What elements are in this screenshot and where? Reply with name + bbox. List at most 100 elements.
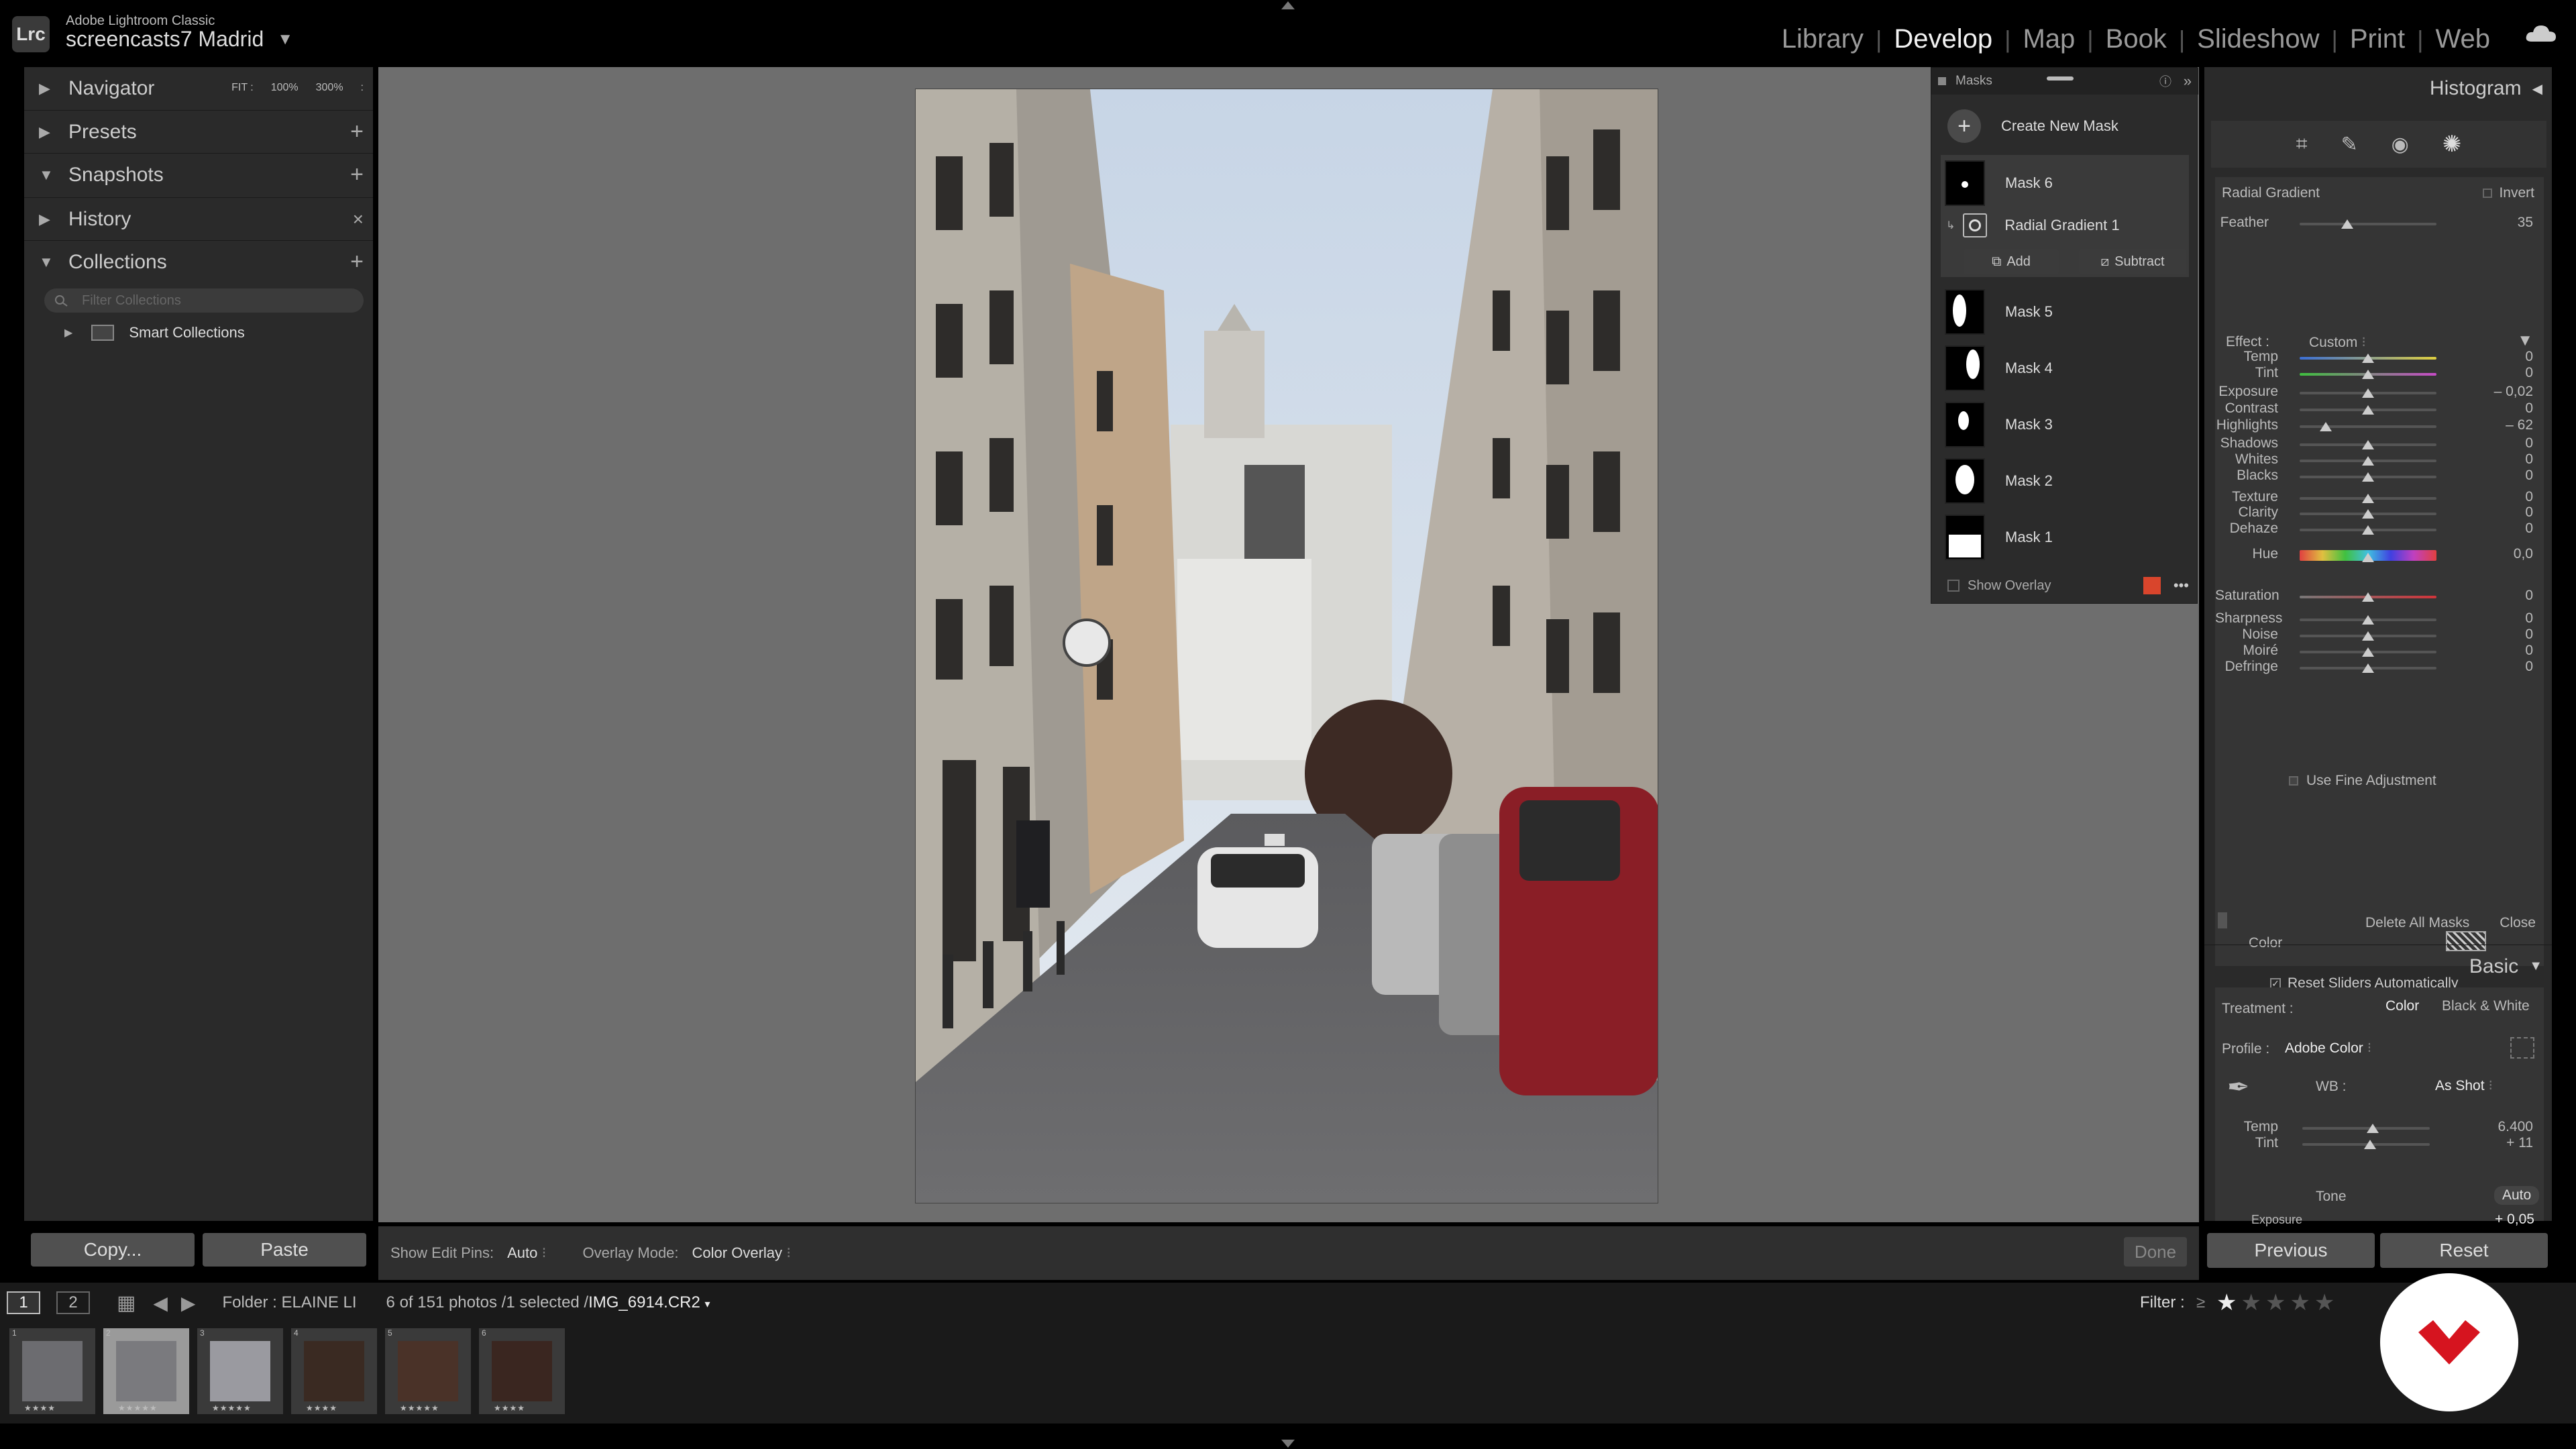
back-arrow-icon[interactable]: ◀ — [153, 1292, 168, 1314]
module-print[interactable]: Print — [2338, 24, 2417, 54]
filmstrip-thumbnail[interactable]: 5 ★★★★★ — [385, 1328, 471, 1414]
feather-value[interactable]: 35 — [2479, 215, 2533, 231]
page-2-button[interactable]: 2 — [56, 1291, 90, 1314]
mask-3-row[interactable]: Mask 3 — [1931, 398, 2198, 451]
wb-select[interactable]: As Shot ⁝ — [2435, 1077, 2493, 1094]
hue-slider[interactable] — [2300, 550, 2436, 562]
done-button[interactable]: Done — [2124, 1237, 2187, 1267]
mask-4-row[interactable]: Mask 4 — [1931, 341, 2198, 395]
contrast-value[interactable]: 0 — [2479, 400, 2533, 417]
contrast-slider-handle[interactable] — [2362, 405, 2374, 415]
more-options-icon[interactable]: ••• — [2174, 577, 2189, 594]
blacks-slider-handle[interactable] — [2362, 472, 2374, 482]
collections-header[interactable]: ▼ Collections + — [24, 240, 373, 283]
overlay-color-swatch[interactable] — [2143, 577, 2161, 594]
moir-slider-handle[interactable] — [2362, 647, 2374, 657]
defringe-slider[interactable] — [2300, 663, 2436, 673]
cloud-icon[interactable] — [2525, 23, 2557, 43]
hue-value[interactable]: 0,0 — [2479, 546, 2533, 562]
navigator-header[interactable]: ▶ Navigator FIT : 100% 300% : — [24, 67, 373, 110]
help-icon[interactable]: ⓘ — [2159, 72, 2171, 90]
sharpness-slider-handle[interactable] — [2362, 615, 2374, 625]
blacks-value[interactable]: 0 — [2479, 468, 2533, 484]
moir-value[interactable]: 0 — [2479, 643, 2533, 659]
highlights-slider[interactable] — [2300, 422, 2436, 431]
basic-temp-value[interactable]: 6.400 — [2479, 1119, 2533, 1135]
add-snapshot-icon[interactable]: + — [350, 162, 364, 188]
whites-slider[interactable] — [2300, 456, 2436, 466]
tint-slider-handle[interactable] — [2362, 370, 2374, 379]
module-develop[interactable]: Develop — [1882, 24, 2004, 54]
catalog-selector[interactable]: screencasts7 Madrid ▼ — [66, 27, 293, 52]
basic-tint-value[interactable]: + 11 — [2479, 1135, 2533, 1151]
history-header[interactable]: ▶ History × — [24, 197, 373, 240]
snapshots-header[interactable]: ▼ Snapshots + — [24, 153, 373, 196]
basic-tint-slider-handle[interactable] — [2363, 1140, 2376, 1149]
expand-panel-icon[interactable]: » — [2184, 72, 2192, 90]
profile-select[interactable]: Adobe Color ⁝ — [2285, 1040, 2371, 1057]
collapse-top-arrow-icon[interactable] — [1280, 0, 1296, 9]
fine-adjustment-checkbox[interactable]: Use Fine Adjustment — [2289, 773, 2436, 789]
temp-slider-handle[interactable] — [2362, 354, 2374, 363]
effect-select[interactable]: Custom ⁝ — [2309, 334, 2366, 351]
clarity-slider[interactable] — [2300, 509, 2436, 519]
mask-6-row[interactable]: Mask 6 — [1931, 158, 2198, 209]
histogram-header[interactable]: Histogram ◀ — [2204, 67, 2552, 110]
highlights-value[interactable]: – 62 — [2479, 417, 2533, 433]
saturation-slider[interactable] — [2300, 592, 2436, 602]
whites-value[interactable]: 0 — [2479, 451, 2533, 468]
temp-value[interactable]: 0 — [2479, 349, 2533, 365]
module-map[interactable]: Map — [2010, 24, 2087, 54]
module-library[interactable]: Library — [1770, 24, 1876, 54]
feather-slider[interactable] — [2300, 219, 2436, 229]
create-new-mask-row[interactable]: + Create New Mask — [1931, 103, 2198, 150]
tint-value[interactable]: 0 — [2479, 365, 2533, 381]
defringe-slider-handle[interactable] — [2362, 663, 2374, 673]
reset-button[interactable]: Reset — [2380, 1233, 2548, 1268]
module-book[interactable]: Book — [2094, 24, 2179, 54]
rating-filter-operator[interactable]: ≥ — [2196, 1293, 2205, 1312]
basic-tint-slider[interactable] — [2302, 1140, 2430, 1149]
sharpness-slider[interactable] — [2300, 615, 2436, 625]
crop-icon[interactable]: ⌗ — [2296, 133, 2308, 156]
zoom-100[interactable]: 100% — [271, 82, 299, 94]
highlights-slider-handle[interactable] — [2319, 422, 2332, 431]
defringe-value[interactable]: 0 — [2479, 659, 2533, 675]
temp-slider[interactable] — [2300, 354, 2436, 363]
rating-filter-stars[interactable]: ★★★★★ — [2216, 1289, 2339, 1316]
healing-icon[interactable]: ✎ — [2341, 133, 2358, 156]
basic-header[interactable]: Basic ▼ — [2204, 945, 2552, 987]
copy-button[interactable]: Copy... — [31, 1233, 195, 1267]
zoom-more[interactable]: : — [361, 82, 364, 94]
show-overlay-checkbox[interactable] — [1947, 580, 1960, 592]
moir-slider[interactable] — [2300, 647, 2436, 657]
overlay-mode-select[interactable]: Color Overlay ⁝ — [692, 1244, 792, 1262]
collapse-bar-icon[interactable] — [2047, 76, 2074, 80]
invert-checkbox[interactable]: Invert — [2483, 185, 2534, 201]
add-mask-button[interactable]: ⧉ Add — [1964, 249, 2059, 274]
forward-arrow-icon[interactable]: ▶ — [181, 1292, 196, 1314]
masking-icon[interactable]: ✺ — [2443, 131, 2462, 158]
page-1-button[interactable]: 1 — [7, 1291, 40, 1314]
delete-all-masks-button[interactable]: Delete All Masks — [2365, 915, 2469, 931]
texture-value[interactable]: 0 — [2479, 489, 2533, 505]
add-collection-icon[interactable]: + — [350, 249, 364, 275]
treatment-bw-option[interactable]: Black & White — [2442, 998, 2530, 1014]
blacks-slider[interactable] — [2300, 472, 2436, 482]
zoom-fit[interactable]: FIT : — [231, 82, 254, 94]
red-eye-icon[interactable]: ◉ — [2392, 133, 2409, 156]
folder-source[interactable]: Folder : ELAINE LI — [222, 1293, 356, 1312]
filmstrip-thumbnail[interactable]: 6 ★★★★ — [479, 1328, 565, 1414]
tint-slider[interactable] — [2300, 370, 2436, 379]
contrast-slider[interactable] — [2300, 405, 2436, 415]
clarity-slider-handle[interactable] — [2362, 509, 2374, 519]
whites-slider-handle[interactable] — [2362, 456, 2374, 466]
profile-browser-grid-icon[interactable] — [2510, 1037, 2534, 1059]
noise-slider-handle[interactable] — [2362, 631, 2374, 641]
smart-collections-item[interactable]: ▶ Smart Collections — [64, 319, 380, 346]
selected-filename[interactable]: IMG_6914.CR2 ▾ — [588, 1293, 710, 1312]
filter-collections-input[interactable]: Filter Collections — [44, 288, 364, 313]
dehaze-slider-handle[interactable] — [2362, 525, 2374, 535]
mask-1-row[interactable]: Mask 1 — [1931, 511, 2198, 564]
effect-expand-triangle-icon[interactable]: ▼ — [2517, 331, 2533, 350]
